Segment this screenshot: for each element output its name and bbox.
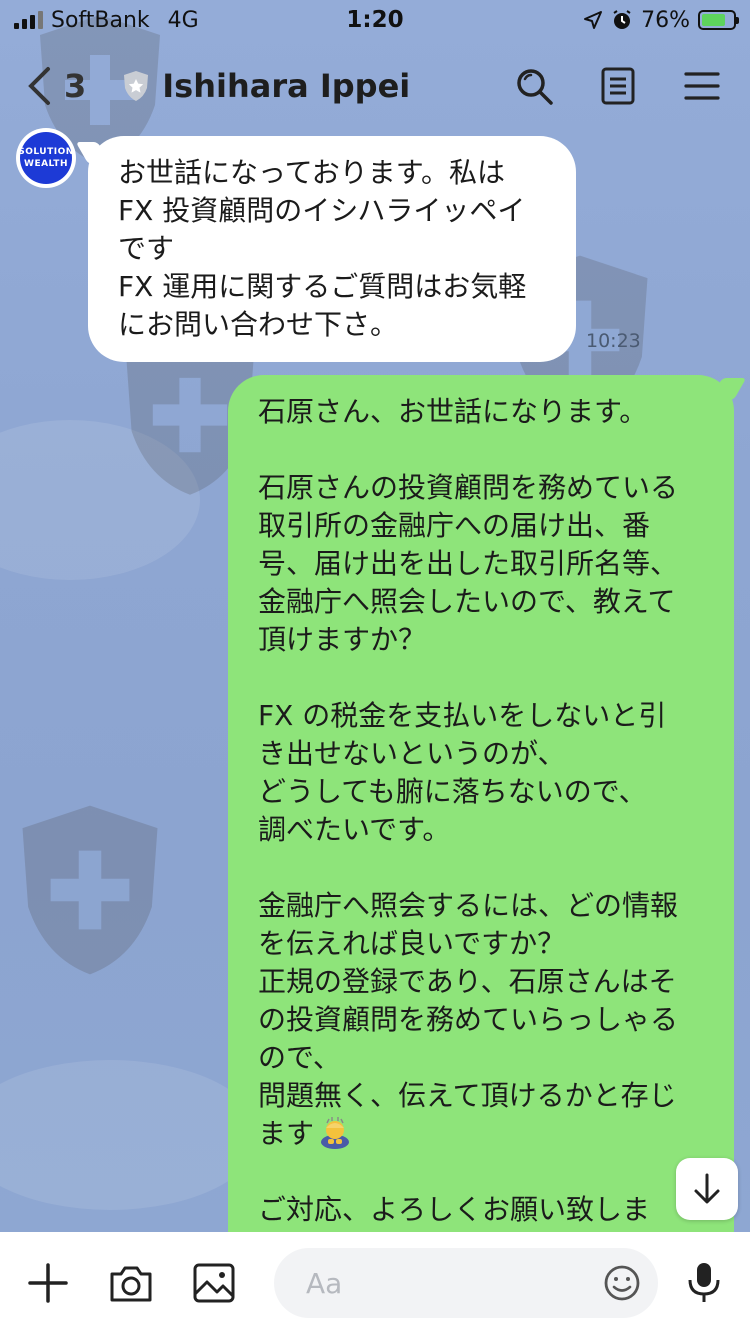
add-button[interactable]: [26, 1259, 70, 1307]
message-line: どうしても腑に落ちないので、: [258, 775, 647, 808]
message-line: 石原さんの投資顧問を務めている: [258, 471, 679, 504]
message-line: にお問い合わせ下さ。: [118, 308, 399, 341]
message-line: です: [118, 232, 175, 265]
chat-header: 3 Ishihara Ippei: [0, 48, 750, 124]
message-line: 正規の登録であり、石原さんはそ: [258, 965, 677, 998]
message-line: ご対応、よろしくお願い致しま: [258, 1193, 651, 1226]
message-line-with-emoji: ます: [258, 1115, 710, 1153]
message-line: 石原さん、お世話になります。: [258, 395, 648, 428]
unread-count: 3: [64, 67, 87, 105]
battery-icon: [698, 10, 739, 30]
bowing-person-emoji: [321, 1117, 350, 1149]
image-button[interactable]: [192, 1259, 236, 1307]
scroll-to-bottom-button[interactable]: [676, 1158, 738, 1220]
menu-icon: [684, 72, 720, 100]
message-line: 頂けますか？: [258, 623, 427, 656]
message-placeholder: Aa: [306, 1266, 343, 1300]
signal-strength-icon: [14, 11, 43, 29]
camera-icon: [110, 1266, 152, 1302]
message-line: 調べたいです。: [258, 813, 451, 846]
message-line: FX の税金を支払いをしないと引: [258, 699, 667, 732]
carrier-name: SoftBank: [51, 7, 150, 33]
message-line: FX 運用に関するご質問はお気軽: [118, 270, 527, 303]
image-icon: [193, 1263, 235, 1303]
message-line: の投資顧問を務めていらっしゃる: [258, 1003, 679, 1036]
message-line: 金融庁へ照会するには、どの情報: [258, 889, 679, 922]
verified-shield-icon: [124, 71, 149, 101]
voice-button[interactable]: [684, 1259, 724, 1307]
message-line: お世話になっております。私は: [118, 156, 505, 189]
sender-avatar[interactable]: SOLUTION WEALTH: [16, 128, 76, 188]
outgoing-message-bubble[interactable]: 石原さん、お世話になります。 石原さんの投資顧問を務めている 取引所の金融庁への…: [228, 375, 734, 1275]
message-timestamp: 10:23: [586, 330, 641, 352]
emoji-icon[interactable]: [602, 1263, 642, 1303]
mic-icon: [688, 1263, 720, 1302]
menu-button[interactable]: [680, 64, 724, 108]
arrow-down-icon: [694, 1173, 720, 1204]
message-line: 号、届け出を出した取引所名等、: [258, 547, 679, 580]
search-icon: [517, 69, 553, 105]
alarm-icon: [613, 10, 631, 29]
message-input[interactable]: Aa: [274, 1248, 658, 1318]
message-line: を伝えれば良いですか？: [258, 927, 566, 960]
status-bar: SoftBank 4G 1:20 76%: [0, 0, 750, 40]
message-line: 金融庁へ照会したいので、教えて: [258, 585, 676, 618]
message-line: 取引所の金融庁への届け出、番: [258, 509, 651, 542]
notes-button[interactable]: [596, 64, 640, 108]
message-input-bar: Aa: [0, 1232, 750, 1334]
incoming-message-bubble[interactable]: お世話になっております。私は FX 投資顧問のイシハライッペイ です FX 運用…: [88, 136, 576, 362]
message-line: き出せないというのが、: [258, 737, 566, 770]
plus-icon: [28, 1263, 68, 1303]
message-line: FX 投資顧問のイシハライッペイ: [118, 194, 526, 227]
back-button[interactable]: 3: [26, 66, 86, 106]
camera-button[interactable]: [108, 1259, 154, 1307]
battery-level: [702, 14, 725, 26]
message-line: ので、: [258, 1041, 341, 1074]
avatar-logo: SOLUTION WEALTH: [18, 132, 73, 184]
network-type: 4G: [167, 7, 199, 33]
battery-percent: 76%: [641, 7, 690, 33]
chat-title: Ishihara Ippei: [162, 67, 411, 105]
message-line: 問題無く、伝えて頂けるかと存じ: [258, 1079, 677, 1112]
location-arrow-icon: [584, 11, 603, 29]
watermark-shield-icon: [22, 805, 158, 975]
note-icon: [601, 67, 635, 105]
chevron-left-icon: [28, 67, 50, 105]
search-button[interactable]: [512, 64, 556, 108]
